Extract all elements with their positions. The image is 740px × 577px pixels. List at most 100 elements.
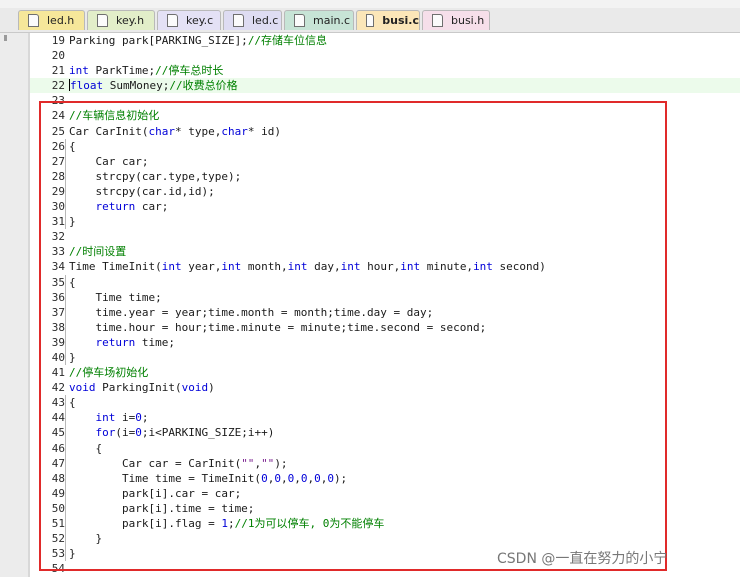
code-token: strcpy(car.type,type); <box>69 169 242 183</box>
tab-key-h[interactable]: key.h <box>87 10 155 30</box>
code-line[interactable]: 24 //车辆信息初始化 <box>30 108 740 123</box>
code-text: Car car = CarInit("",""); <box>69 456 288 471</box>
line-number: 24 <box>51 109 65 123</box>
code-line[interactable]: 40} <box>30 349 740 366</box>
code-line[interactable]: 47 Car car = CarInit("",""); <box>30 455 740 471</box>
code-token: Time TimeInit( <box>69 260 162 274</box>
tab-busi-h[interactable]: busi.h <box>422 10 490 30</box>
code-line[interactable]: 50 park[i].time = time; <box>30 500 740 516</box>
line-number: 21 <box>51 64 65 78</box>
tab-led-c[interactable]: led.c <box>223 10 282 30</box>
code-token: hour, <box>360 260 401 274</box>
code-line[interactable]: 32 <box>30 229 740 244</box>
code-token: SumMoney; <box>103 79 170 93</box>
line-number: 53 <box>51 547 65 561</box>
line-number: 42 <box>51 381 65 395</box>
code-token: park[i].time = time; <box>69 501 255 515</box>
line-number: 26 <box>51 139 65 153</box>
tab-busi-c[interactable]: busi.c <box>356 10 420 30</box>
code-line[interactable]: 38 time.hour = hour;time.minute = minute… <box>30 319 740 335</box>
tab-label: busi.c <box>382 14 419 27</box>
code-line[interactable]: 26 { <box>30 138 740 154</box>
code-token: Car CarInit( <box>69 124 149 138</box>
code-text: { <box>69 441 102 456</box>
code-token: park[i].car = car; <box>69 486 242 500</box>
code-line[interactable]: 34 Time TimeInit(int year,int month,int d… <box>30 259 740 274</box>
code-line[interactable]: 37 time.year = year;time.month = month;t… <box>30 304 740 320</box>
code-line[interactable]: 43 { <box>30 395 740 411</box>
code-line[interactable]: 35 { <box>30 274 740 290</box>
code-token: , <box>280 471 288 485</box>
code-line[interactable]: 20 <box>30 48 740 63</box>
code-line[interactable]: 29 strcpy(car.id,id); <box>30 183 740 200</box>
code-line[interactable]: 30 return car; <box>30 199 740 215</box>
code-token: ) <box>208 381 215 395</box>
string-token: "" <box>241 456 255 470</box>
code-line[interactable]: 48 Time time = TimeInit(0,0,0,0,0,0); <box>30 470 740 486</box>
file-icon <box>167 14 178 27</box>
code-line[interactable]: 46 { <box>30 440 740 456</box>
code-token: month, <box>241 260 288 274</box>
code-text: Car CarInit(char* type,char* id) <box>69 124 281 139</box>
code-line[interactable]: 51 park[i].flag = 1;//1为可以停车, 0为不能停车 <box>30 516 740 532</box>
code-line[interactable]: 25 Car CarInit(char* type,char* id) <box>30 124 740 139</box>
keyword-token: char <box>148 124 175 138</box>
number-token: 1 <box>221 517 228 530</box>
code-line[interactable]: 52 } <box>30 531 740 547</box>
line-number: 35 <box>51 275 65 289</box>
line-number: 43 <box>51 396 65 410</box>
tab-key-c[interactable]: key.c <box>157 10 221 30</box>
code-text: } <box>69 350 76 365</box>
code-line[interactable]: 39 return time; <box>30 334 740 350</box>
code-line[interactable]: 31} <box>30 214 740 230</box>
code-line[interactable]: 27 Car car; <box>30 153 740 169</box>
bookmark-gutter[interactable] <box>0 33 29 577</box>
code-line[interactable]: 33 //时间设置 <box>30 244 740 259</box>
keyword-token: int <box>221 260 242 274</box>
file-icon <box>97 14 108 27</box>
code-token: { <box>69 396 76 410</box>
code-text: void ParkingInit(void) <box>69 380 215 395</box>
code-line[interactable]: 44 int i=0; <box>30 410 740 426</box>
comment-token: //收费总价格 <box>169 79 238 93</box>
line-number: 52 <box>51 532 65 546</box>
line-number: 40 <box>51 350 65 364</box>
code-line[interactable]: 28 strcpy(car.type,type); <box>30 168 740 184</box>
keyword-token: void <box>181 381 209 395</box>
tab-label: main.c <box>313 14 351 27</box>
code-text: Time time; <box>69 290 161 305</box>
code-line[interactable]: 41 //停车场初始化 <box>30 365 740 380</box>
tab-label: key.h <box>116 14 145 27</box>
code-line[interactable]: 22 float SumMoney;//收费总价格 <box>30 78 740 94</box>
line-number: 51 <box>51 517 65 530</box>
line-number: 48 <box>51 471 65 485</box>
file-icon <box>294 14 305 27</box>
code-line[interactable]: 36 Time time; <box>30 289 740 305</box>
code-token: { <box>69 139 76 153</box>
code-text: park[i].time = time; <box>69 501 254 516</box>
code-line[interactable]: 19 Parking park[PARKING_SIZE];//存储车位信息 <box>30 33 740 48</box>
line-number: 45 <box>51 426 65 440</box>
line-number: 38 <box>51 320 65 334</box>
code-text: return time; <box>69 335 176 350</box>
code-line[interactable]: 45 for(i=0;i<PARKING_SIZE;i++) <box>30 425 740 441</box>
code-text: { <box>69 139 76 154</box>
code-line[interactable]: 49 park[i].car = car; <box>30 485 740 501</box>
code-line[interactable]: 23 <box>30 93 740 108</box>
code-line[interactable]: 21 int ParkTime;//停车总时长 <box>30 63 740 78</box>
number-token: 0 <box>327 471 334 485</box>
file-icon <box>366 14 375 27</box>
code-text: return car; <box>69 199 169 214</box>
bookmark-marker-icon <box>4 35 7 41</box>
comment-token: //停车总时长 <box>155 64 224 78</box>
tab-main-c[interactable]: main.c <box>284 10 354 30</box>
code-line[interactable]: 42 void ParkingInit(void) <box>30 380 740 395</box>
tab-led-h[interactable]: led.h <box>18 10 85 30</box>
code-text: Time time = TimeInit(0,0,0,0,0,0); <box>69 471 347 486</box>
code-editor[interactable]: 19 Parking park[PARKING_SIZE];//存储车位信息 20 2… <box>30 33 740 577</box>
code-token: } <box>69 215 76 229</box>
keyword-token: int <box>69 64 89 78</box>
code-token: (i= <box>115 426 136 440</box>
keyword-token: int <box>161 260 182 274</box>
code-token: minute, <box>420 260 474 274</box>
